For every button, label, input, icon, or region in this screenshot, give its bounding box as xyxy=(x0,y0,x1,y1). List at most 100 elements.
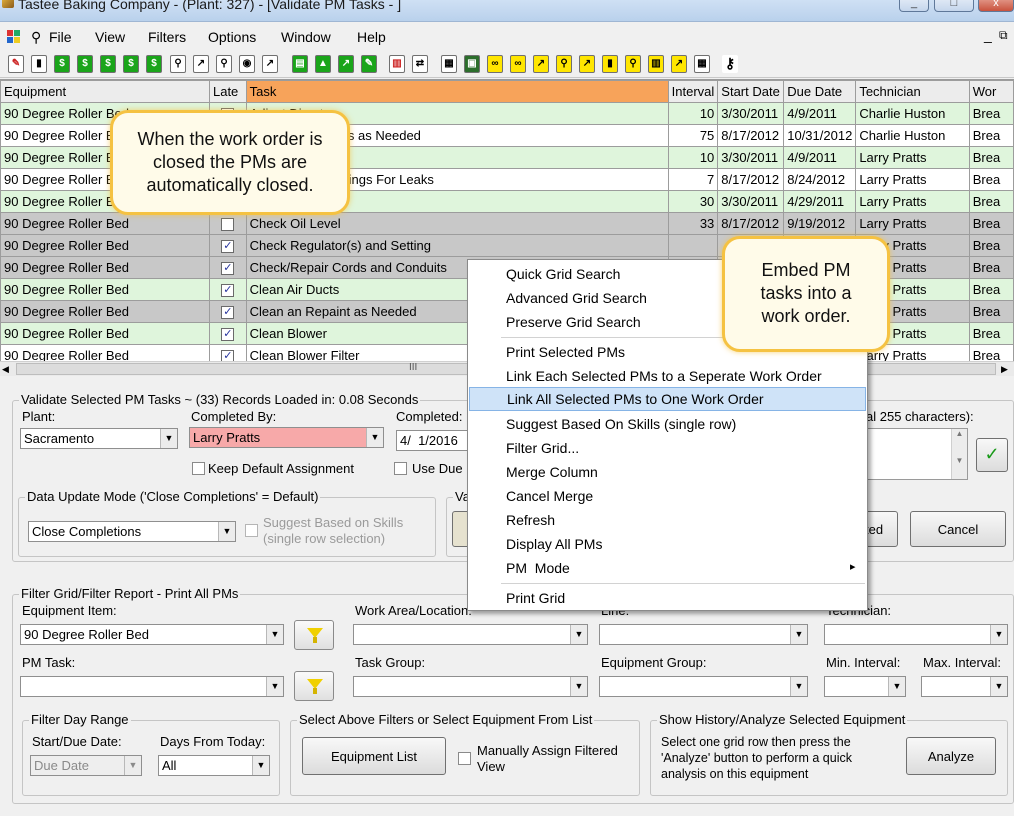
keep-default-checkbox[interactable] xyxy=(192,462,205,475)
dropdown-arrow-icon[interactable]: ▼ xyxy=(990,677,1007,696)
cell-technician[interactable]: Larry Pratts xyxy=(855,212,970,235)
days-from-today-select[interactable]: All ▼ xyxy=(158,755,270,776)
cell-late[interactable]: ✓ xyxy=(208,278,247,301)
cell-interval[interactable]: 10 xyxy=(667,146,719,169)
toolbar-dollar-icon[interactable]: $ xyxy=(54,55,70,73)
cell-equipment[interactable]: 90 Degree Roller Bed xyxy=(0,212,210,235)
toolbar-link-icon[interactable]: ∞ xyxy=(487,55,503,73)
menu-options[interactable]: Options xyxy=(208,29,256,45)
cell-due-date[interactable]: 10/31/2012 xyxy=(783,124,857,147)
pm-task-select[interactable]: ▼ xyxy=(20,676,284,697)
toolbar-dollar-icon[interactable]: $ xyxy=(146,55,162,73)
cell-task[interactable]: Check Regulator(s) and Setting xyxy=(245,234,669,257)
analyze-button[interactable]: Analyze xyxy=(906,737,996,775)
cell-start-date[interactable]: 8/17/2012 xyxy=(717,168,785,191)
cell-technician[interactable]: Larry Pratts xyxy=(855,190,970,213)
toolbar-chart-icon[interactable]: ↗ xyxy=(193,55,209,73)
menu-item-refresh[interactable]: Refresh xyxy=(469,508,866,532)
max-interval-select[interactable]: ▼ xyxy=(921,676,1008,697)
minimize-button[interactable]: _ xyxy=(899,0,929,12)
cell-interval[interactable] xyxy=(667,234,719,257)
cell-work[interactable]: Brea xyxy=(968,300,1014,323)
menu-view[interactable]: View xyxy=(95,29,125,45)
column-header-late[interactable]: Late xyxy=(208,80,247,103)
toolbar-chart-icon[interactable]: ↗ xyxy=(338,55,354,73)
toolbar-edit-icon[interactable]: ✎ xyxy=(361,55,377,73)
cell-interval[interactable]: 33 xyxy=(667,212,719,235)
cell-work[interactable]: Brea xyxy=(968,168,1014,191)
toolbar-tool-icon[interactable]: ✎ xyxy=(8,55,24,73)
cancel-button[interactable]: Cancel xyxy=(910,511,1006,547)
plant-select[interactable]: Sacramento ▼ xyxy=(20,428,178,449)
column-header-technician[interactable]: Technician xyxy=(855,80,970,103)
start-due-select[interactable]: Due Date ▼ xyxy=(30,755,142,776)
toolbar-doc-icon[interactable]: ▤ xyxy=(292,55,308,73)
menu-help[interactable]: Help xyxy=(357,29,386,45)
toolbar-link-icon[interactable]: ∞ xyxy=(510,55,526,73)
cell-due-date[interactable]: 4/9/2011 xyxy=(783,146,857,169)
cell-equipment[interactable]: 90 Degree Roller Bed xyxy=(0,300,210,323)
menu-item-print-grid[interactable]: Print Grid xyxy=(469,586,866,610)
toolbar-chart-icon[interactable]: ↗ xyxy=(262,55,278,73)
toolbar-chart-icon[interactable]: ↗ xyxy=(579,55,595,73)
cell-interval[interactable]: 7 xyxy=(667,168,719,191)
column-header-equipment[interactable]: Equipment xyxy=(0,80,210,103)
toolbar-arrows-icon[interactable]: ⇄ xyxy=(412,55,428,73)
maximize-button[interactable]: □ xyxy=(934,0,974,12)
cell-equipment[interactable]: 90 Degree Roller Bed xyxy=(0,256,210,279)
dropdown-arrow-icon[interactable]: ▼ xyxy=(570,677,587,696)
cell-work[interactable]: Brea xyxy=(968,322,1014,345)
cell-equipment[interactable]: 90 Degree Roller Bed xyxy=(0,322,210,345)
late-checkbox[interactable] xyxy=(221,218,235,232)
cell-technician[interactable]: Charlie Huston xyxy=(855,102,970,125)
cell-work[interactable]: Brea xyxy=(968,190,1014,213)
equipment-group-select[interactable]: ▼ xyxy=(599,676,808,697)
cell-work[interactable]: Brea xyxy=(968,256,1014,279)
cell-technician[interactable]: Charlie Huston xyxy=(855,124,970,147)
toolbar-search-icon[interactable]: ⚲ xyxy=(216,55,232,73)
completed-by-select[interactable]: Larry Pratts ▼ xyxy=(189,427,384,448)
dropdown-arrow-icon[interactable]: ▼ xyxy=(366,428,383,447)
dropdown-arrow-icon[interactable]: ▼ xyxy=(570,625,587,644)
menu-item-cancel-merge[interactable]: Cancel Merge xyxy=(469,484,866,508)
cell-due-date[interactable]: 9/19/2012 xyxy=(783,212,857,235)
menu-file[interactable]: File xyxy=(49,29,72,45)
late-checkbox[interactable]: ✓ xyxy=(221,240,235,254)
cell-equipment[interactable]: 90 Degree Roller Bed xyxy=(0,234,210,257)
technician-select[interactable]: ▼ xyxy=(824,624,1008,645)
cell-work[interactable]: Brea xyxy=(968,124,1014,147)
cell-start-date[interactable]: 8/17/2012 xyxy=(717,124,785,147)
cell-technician[interactable]: Larry Pratts xyxy=(855,146,970,169)
toolbar-person-icon[interactable]: ⚲ xyxy=(556,55,572,73)
toolbar-dollar-icon[interactable]: $ xyxy=(100,55,116,73)
toolbar-chart-icon[interactable]: ↗ xyxy=(533,55,549,73)
cell-interval[interactable]: 75 xyxy=(667,124,719,147)
cell-technician[interactable]: Larry Pratts xyxy=(855,168,970,191)
cell-work[interactable]: Brea xyxy=(968,102,1014,125)
cell-equipment[interactable]: 90 Degree Roller Bed xyxy=(0,278,210,301)
menu-item-merge-column[interactable]: Merge Column xyxy=(469,460,866,484)
cell-late[interactable]: ✓ xyxy=(208,234,247,257)
menu-item-display-all-pms[interactable]: Display All PMs xyxy=(469,532,866,556)
toolbar-stack-icon[interactable]: ▦ xyxy=(694,55,710,73)
cell-late[interactable]: ✓ xyxy=(208,256,247,279)
min-interval-select[interactable]: ▼ xyxy=(824,676,906,697)
column-header-work[interactable]: Wor xyxy=(968,80,1014,103)
use-due-checkbox[interactable] xyxy=(394,462,407,475)
toolbar-dollar-icon[interactable]: $ xyxy=(123,55,139,73)
column-header-task[interactable]: Task xyxy=(245,80,669,103)
late-checkbox[interactable]: ✓ xyxy=(221,328,235,342)
menu-item-filter-grid[interactable]: Filter Grid... xyxy=(469,436,866,460)
work-area-select[interactable]: ▼ xyxy=(353,624,588,645)
dropdown-arrow-icon[interactable]: ▼ xyxy=(266,677,283,696)
dropdown-arrow-icon[interactable]: ▼ xyxy=(790,677,807,696)
toolbar-search-icon[interactable]: ⚲ xyxy=(625,55,641,73)
line-select[interactable]: ▼ xyxy=(599,624,808,645)
toolbar-chart-icon[interactable]: ▲ xyxy=(315,55,331,73)
dropdown-arrow-icon[interactable]: ▼ xyxy=(790,625,807,644)
scroll-left-icon[interactable]: ◀ xyxy=(2,364,9,375)
cell-due-date[interactable]: 8/24/2012 xyxy=(783,168,857,191)
cell-work[interactable]: Brea xyxy=(968,212,1014,235)
dropdown-arrow-icon[interactable]: ▼ xyxy=(124,756,141,775)
cell-equipment[interactable]: 90 Degree Roller Bed xyxy=(0,344,210,361)
